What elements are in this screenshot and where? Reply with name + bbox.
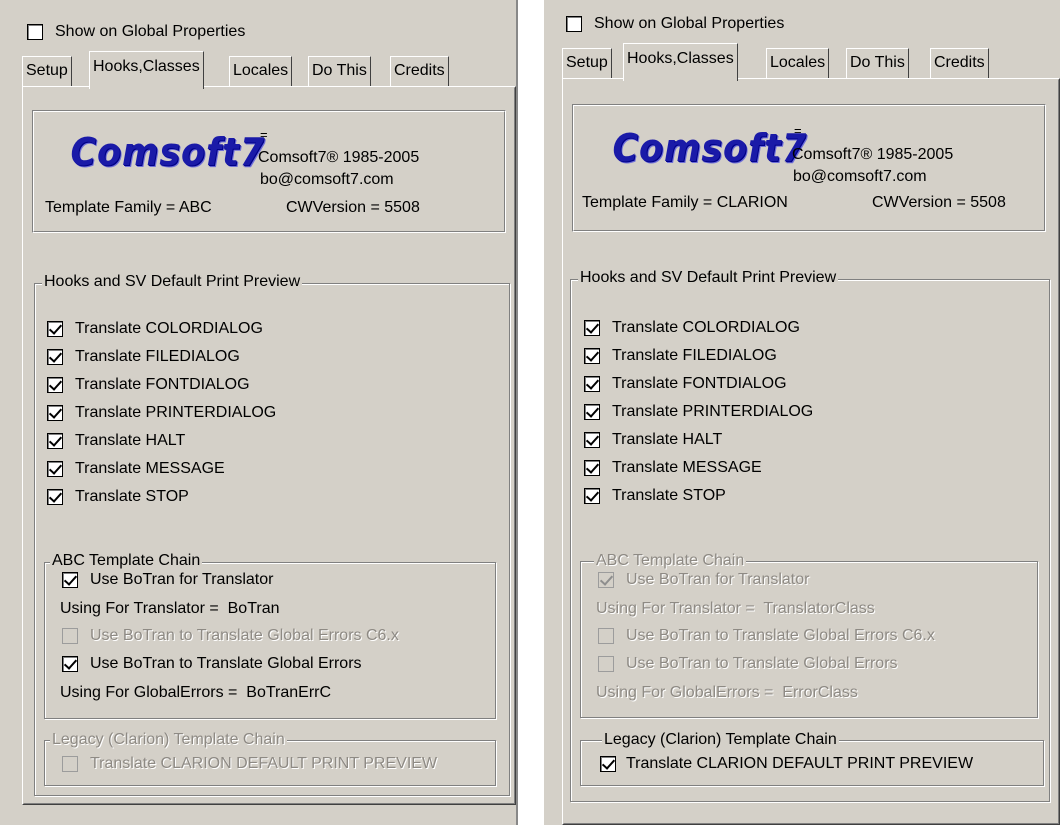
- show-global-label: Show on Global Properties: [55, 23, 246, 40]
- using-translator-text: Using For Translator = TranslatorClass: [596, 600, 875, 617]
- translate-printerdialog-label: Translate PRINTERDIALOG: [75, 404, 277, 421]
- translate-message-checkbox[interactable]: [47, 461, 63, 477]
- translate-printerdialog-checkbox[interactable]: [584, 404, 600, 420]
- use-botran-translator-label: Use BoTran for Translator: [90, 571, 274, 588]
- tab-do-this[interactable]: Do This: [846, 48, 909, 78]
- abc-group-title: ABC Template Chain: [50, 551, 203, 571]
- translate-colordialog-checkbox[interactable]: [47, 321, 63, 337]
- global-errors-label: Use BoTran to Translate Global Errors: [626, 655, 898, 672]
- translate-filedialog-checkbox[interactable]: [47, 349, 63, 365]
- template-options-panel-abc: Show on Global Properties Setup Hooks,Cl…: [0, 0, 518, 825]
- template-family-text: Template Family = CLARION: [582, 194, 788, 211]
- translate-colordialog-label: Translate COLORDIALOG: [75, 320, 263, 337]
- translate-colordialog-label: Translate COLORDIALOG: [612, 319, 800, 336]
- global-errors-c6-checkbox[interactable]: [62, 628, 78, 644]
- translate-preview-label: Translate CLARION DEFAULT PRINT PREVIEW: [90, 755, 438, 772]
- translate-halt-label: Translate HALT: [75, 432, 186, 449]
- translate-preview-checkbox[interactable]: [62, 756, 78, 772]
- translate-fontdialog-label: Translate FONTDIALOG: [612, 375, 787, 392]
- copyright-text: Comsoft7® 1985-2005: [258, 149, 420, 166]
- abc-group-title: ABC Template Chain: [594, 551, 747, 571]
- global-errors-checkbox[interactable]: [598, 656, 614, 672]
- translate-message-checkbox[interactable]: [584, 460, 600, 476]
- translate-stop-checkbox[interactable]: [47, 489, 63, 505]
- show-global-checkbox[interactable]: [566, 16, 582, 32]
- translate-stop-checkbox[interactable]: [584, 488, 600, 504]
- tab-locales[interactable]: Locales: [766, 48, 830, 78]
- using-global-errors-text: Using For GlobalErrors = BoTranErrC: [60, 684, 332, 701]
- cw-version-text: CWVersion = 5508: [286, 199, 420, 216]
- global-errors-c6-label: Use BoTran to Translate Global Errors C6…: [626, 627, 935, 644]
- translate-preview-label: Translate CLARION DEFAULT PRINT PREVIEW: [626, 755, 974, 772]
- show-global-checkbox[interactable]: [27, 24, 43, 40]
- use-botran-translator-checkbox[interactable]: [598, 572, 614, 588]
- translate-message-label: Translate MESSAGE: [612, 459, 762, 476]
- using-translator-text: Using For Translator = BoTran: [60, 600, 280, 617]
- translate-message-label: Translate MESSAGE: [75, 460, 225, 477]
- comsoft7-logo: Comsoft7: [70, 130, 265, 174]
- translate-fontdialog-checkbox[interactable]: [584, 376, 600, 392]
- tab-locales[interactable]: Locales: [229, 56, 293, 86]
- translate-halt-label: Translate HALT: [612, 431, 723, 448]
- tab-credits[interactable]: Credits: [930, 48, 989, 78]
- global-errors-label: Use BoTran to Translate Global Errors: [90, 655, 362, 672]
- legacy-group-title: Legacy (Clarion) Template Chain: [602, 730, 839, 750]
- translate-fontdialog-label: Translate FONTDIALOG: [75, 376, 250, 393]
- tab-do-this[interactable]: Do This: [308, 56, 371, 86]
- tab-credits[interactable]: Credits: [390, 56, 449, 86]
- global-errors-checkbox[interactable]: [62, 656, 78, 672]
- use-botran-translator-label: Use BoTran for Translator: [626, 571, 810, 588]
- hooks-group-title: Hooks and SV Default Print Preview: [42, 272, 303, 292]
- translate-filedialog-label: Translate FILEDIALOG: [612, 347, 777, 364]
- template-options-panel-clarion: Show on Global Properties Setup Hooks,Cl…: [544, 0, 1060, 825]
- hooks-group-title: Hooks and SV Default Print Preview: [578, 268, 839, 288]
- translate-fontdialog-checkbox[interactable]: [47, 377, 63, 393]
- translate-printerdialog-label: Translate PRINTERDIALOG: [612, 403, 814, 420]
- translate-colordialog-checkbox[interactable]: [584, 320, 600, 336]
- show-global-label: Show on Global Properties: [594, 15, 785, 32]
- translate-stop-label: Translate STOP: [75, 488, 189, 505]
- header-equals: =: [794, 123, 802, 138]
- translate-halt-checkbox[interactable]: [584, 432, 600, 448]
- email-text: bo@comsoft7.com: [793, 168, 927, 185]
- tab-setup[interactable]: Setup: [22, 56, 72, 86]
- global-errors-c6-label: Use BoTran to Translate Global Errors C6…: [90, 627, 399, 644]
- header-equals: =: [260, 127, 268, 142]
- translate-halt-checkbox[interactable]: [47, 433, 63, 449]
- legacy-group-title: Legacy (Clarion) Template Chain: [50, 730, 287, 750]
- cw-version-text: CWVersion = 5508: [872, 194, 1006, 211]
- email-text: bo@comsoft7.com: [260, 171, 394, 188]
- comsoft7-logo: Comsoft7: [612, 126, 807, 170]
- tab-hooks-classes[interactable]: Hooks,Classes: [623, 43, 738, 81]
- translate-preview-checkbox[interactable]: [600, 756, 616, 772]
- translate-printerdialog-checkbox[interactable]: [47, 405, 63, 421]
- template-family-text: Template Family = ABC: [45, 199, 212, 216]
- tab-setup[interactable]: Setup: [562, 48, 612, 78]
- translate-filedialog-label: Translate FILEDIALOG: [75, 348, 240, 365]
- translate-filedialog-checkbox[interactable]: [584, 348, 600, 364]
- global-errors-c6-checkbox[interactable]: [598, 628, 614, 644]
- use-botran-translator-checkbox[interactable]: [62, 572, 78, 588]
- copyright-text: Comsoft7® 1985-2005: [792, 146, 954, 163]
- translate-stop-label: Translate STOP: [612, 487, 726, 504]
- tab-hooks-classes[interactable]: Hooks,Classes: [89, 51, 204, 89]
- using-global-errors-text: Using For GlobalErrors = ErrorClass: [596, 684, 858, 701]
